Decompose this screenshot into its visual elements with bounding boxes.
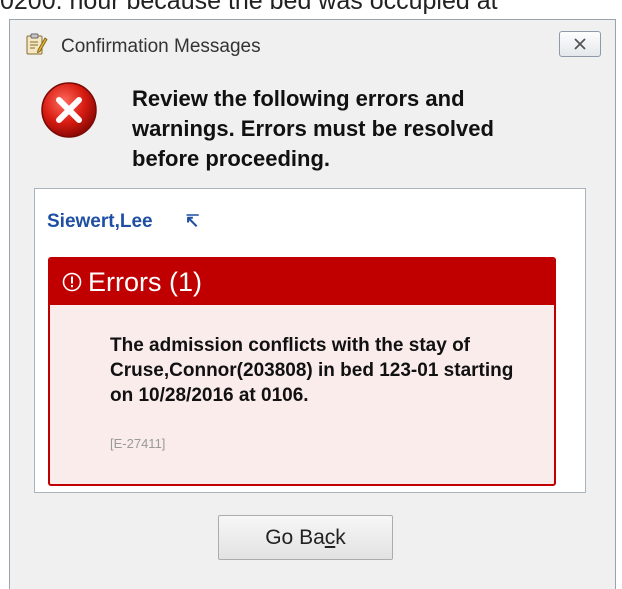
confirmation-dialog: Confirmation Messages Review the followi… — [9, 19, 616, 589]
external-link-arrow-icon[interactable]: ↸ — [185, 212, 199, 232]
go-back-accelerator: c — [324, 525, 336, 549]
go-back-label-suffix: k — [335, 525, 346, 549]
patient-name-link[interactable]: Siewert,Lee — [47, 211, 153, 233]
title-bar: Confirmation Messages — [10, 20, 615, 72]
close-icon — [574, 38, 586, 50]
error-code: [E-27411] — [110, 436, 166, 451]
header-message: Review the following errors and warnings… — [132, 86, 494, 171]
errors-header: Errors (1) — [50, 259, 554, 305]
background-partial-text: 0200. hour because the bed was occupied … — [0, 0, 498, 15]
clipboard-edit-icon — [26, 33, 48, 55]
error-message: The admission conflicts with the stay of… — [110, 335, 514, 406]
dialog-title: Confirmation Messages — [61, 36, 261, 57]
messages-panel: Siewert,Lee ↸ Errors (1) The admission c… — [34, 188, 586, 493]
go-back-button[interactable]: Go Ba c k — [218, 515, 393, 560]
close-button[interactable] — [559, 31, 601, 57]
exclamation-circle-icon — [62, 272, 82, 292]
errors-header-label: Errors (1) — [88, 267, 202, 297]
errors-section: Errors (1) The admission conflicts with … — [48, 257, 556, 486]
error-icon — [41, 82, 97, 138]
go-back-label-prefix: Go Ba — [265, 525, 325, 549]
